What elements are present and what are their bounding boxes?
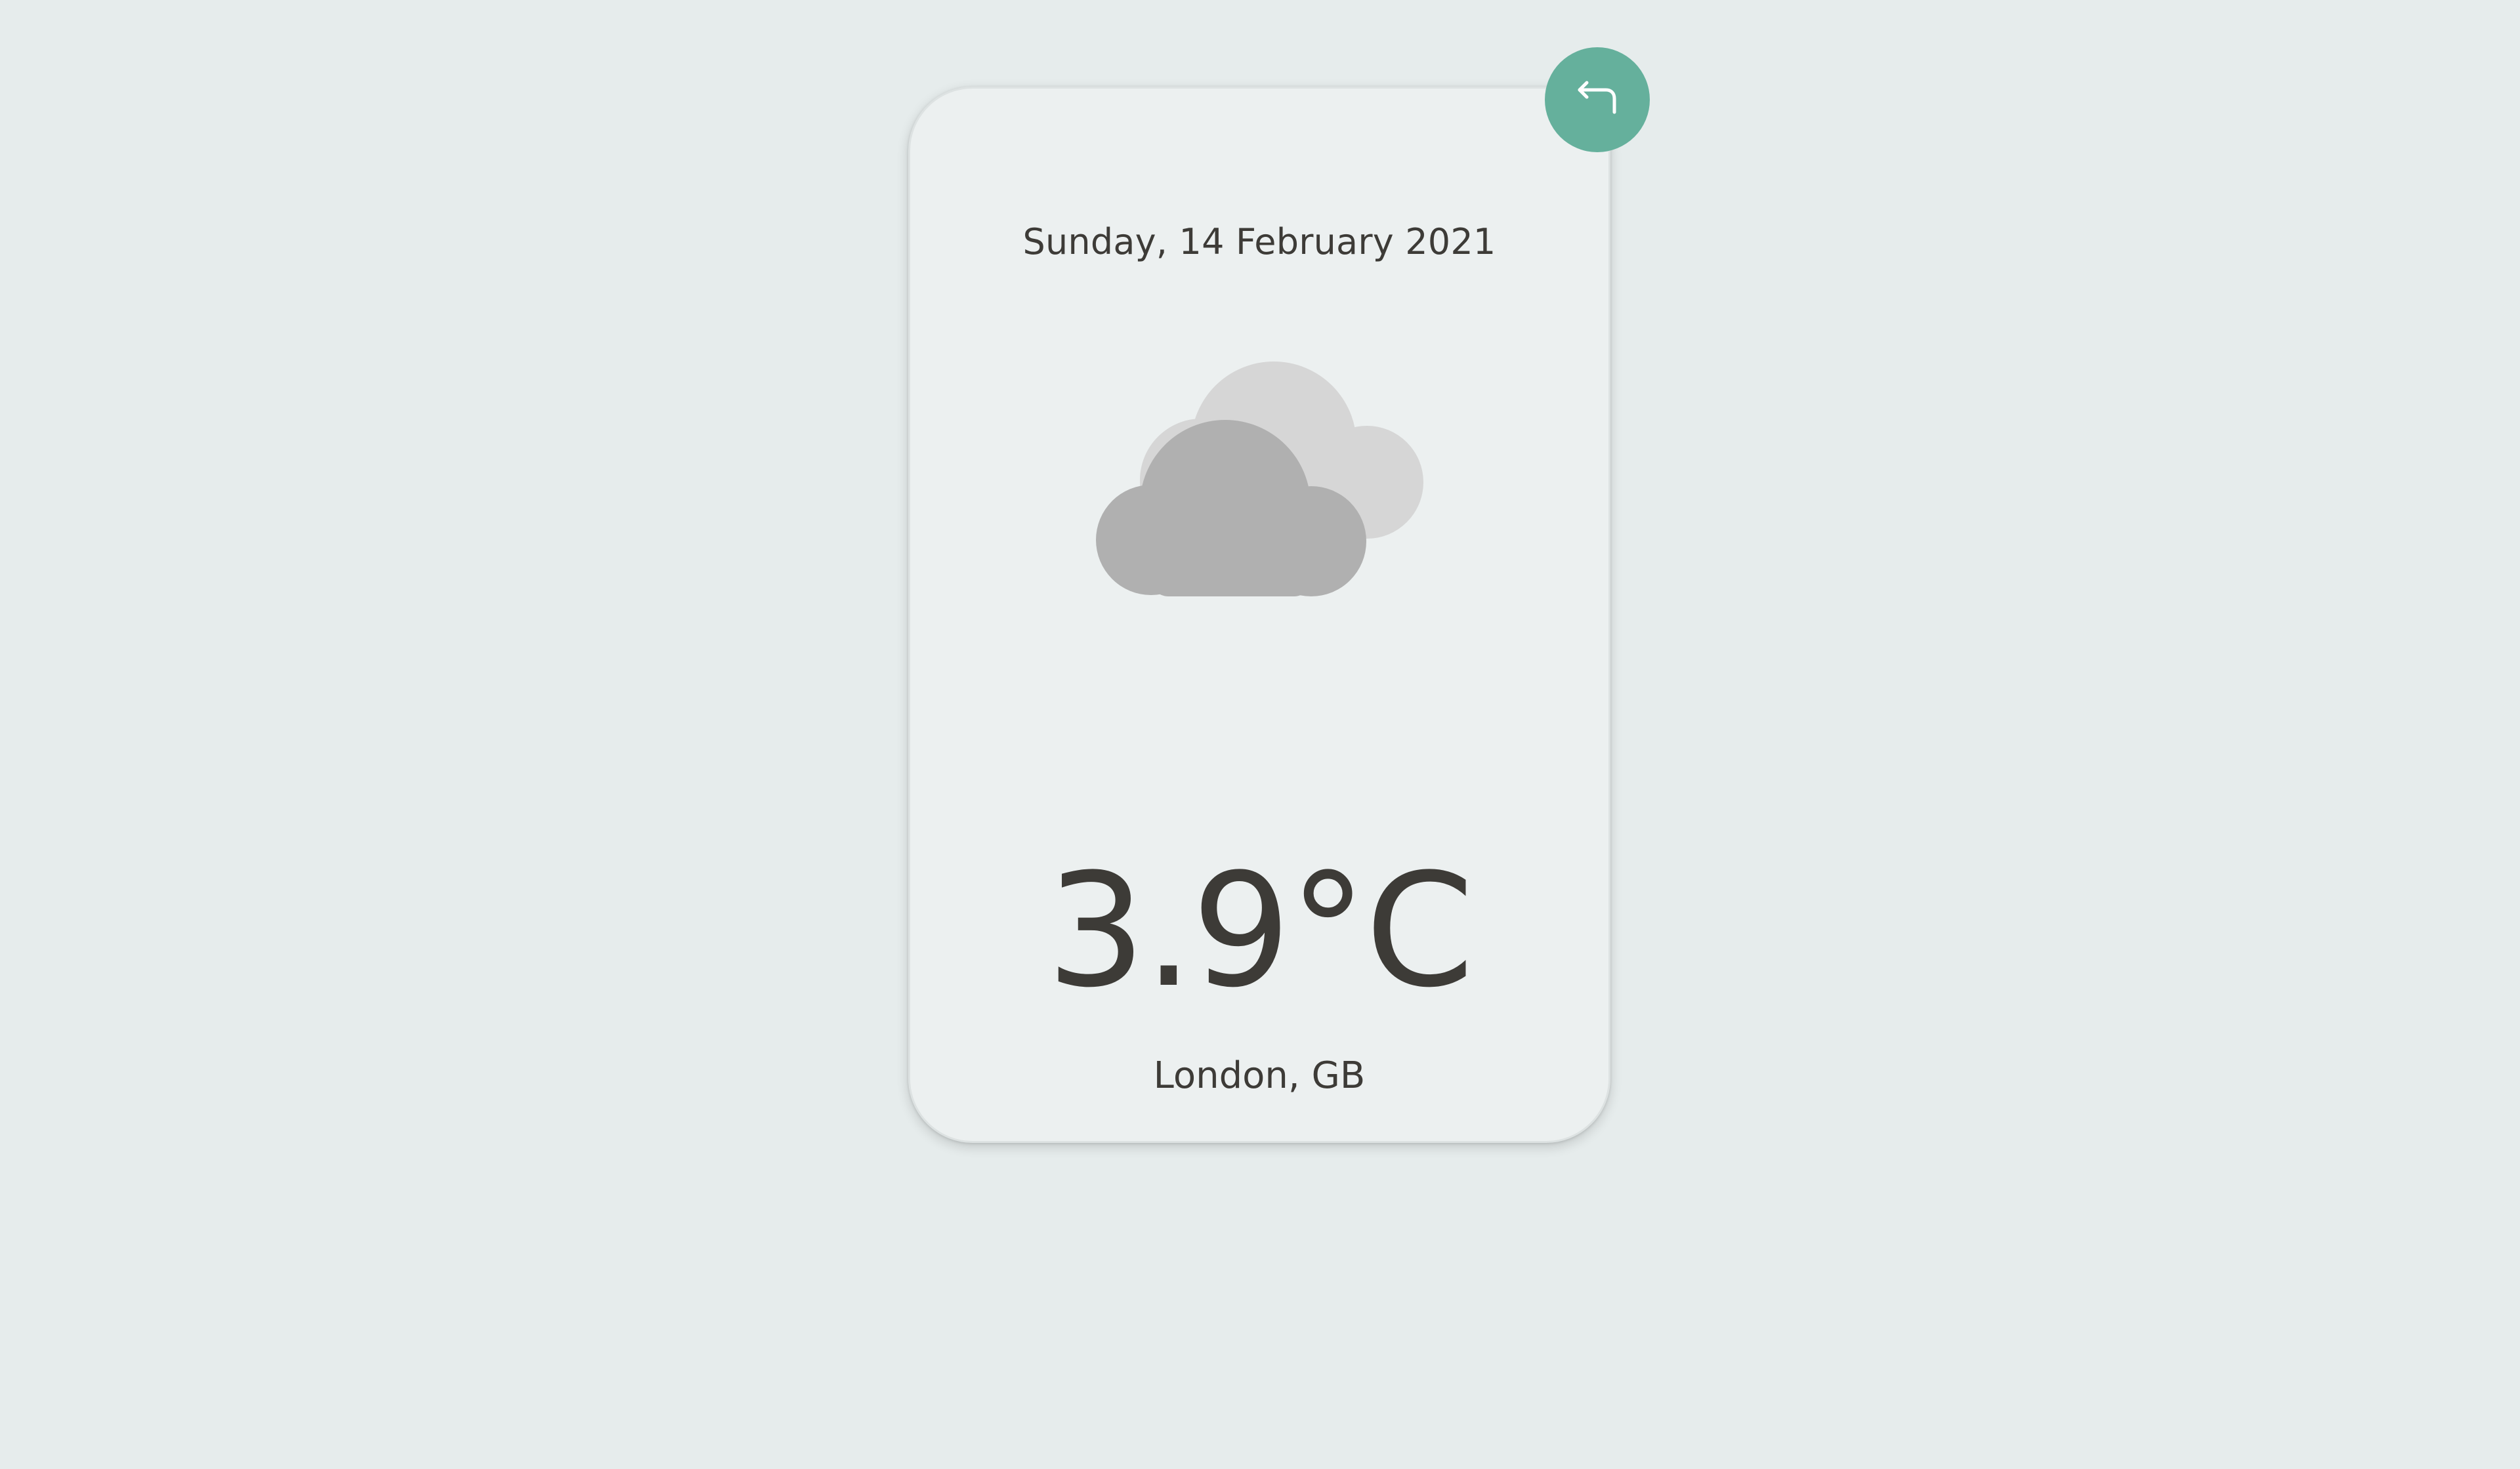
location-label: London, GB <box>1153 1054 1366 1097</box>
weather-card: Sunday, 14 February 2021 3.9°C London, G… <box>908 87 1610 1143</box>
clouds-icon <box>1096 362 1423 596</box>
weather-date: Sunday, 14 February 2021 <box>1022 221 1496 262</box>
return-arrow-icon <box>1578 81 1616 114</box>
back-button[interactable] <box>1545 47 1650 152</box>
temperature-value: 3.9°C <box>1046 840 1475 1022</box>
